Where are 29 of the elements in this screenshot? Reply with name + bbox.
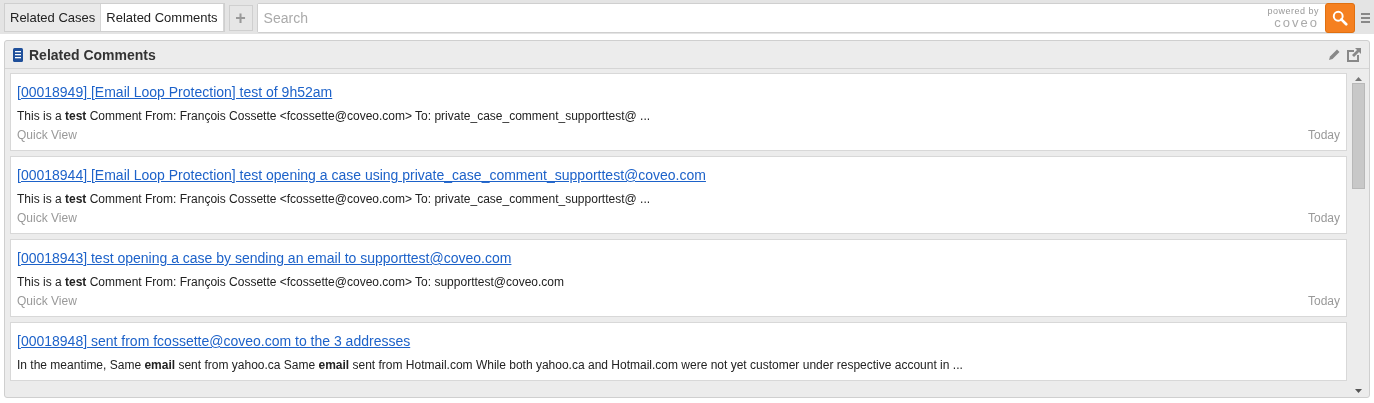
result-excerpt: In the meantime, Same email sent from yahoo.ca Same email sent from Hotmail.com While both yahoo.ca and Hotmail.com were not yet customer under respective account in ... — [17, 358, 964, 372]
tab[interactable]: Related Comments — [101, 4, 224, 31]
result-excerpt: This is a test Comment From: François Cossette <fcossette@coveo.com> To: private_case_comment_supporttest@ ... — [17, 109, 652, 123]
document-icon — [13, 47, 23, 62]
scroll-down-icon[interactable] — [1355, 389, 1362, 393]
result-excerpt: This is a test Comment From: François Cossette <fcossette@coveo.com> To: supporttest@coveo.com — [17, 275, 566, 289]
search-icon — [1332, 8, 1348, 27]
quick-view-link[interactable]: Quick View — [17, 211, 77, 225]
result-date: Today — [1307, 294, 1340, 308]
quick-view-link[interactable]: Quick View — [17, 128, 77, 142]
search-button[interactable] — [1325, 2, 1355, 33]
brand-label: coveo — [1274, 15, 1319, 29]
tab[interactable]: Related Cases — [5, 4, 102, 31]
result-excerpt: This is a test Comment From: François Cossette <fcossette@coveo.com> To: private_case_comment_supporttest@ ... — [17, 192, 652, 206]
powered-by-label: powered by — [1267, 6, 1319, 16]
result-title-link[interactable]: [00018944] [Email Loop Protection] test opening a case using private_case_comment_supporttest@coveo.com — [17, 167, 706, 183]
menu-icon[interactable] — [1361, 12, 1370, 23]
result-title-link[interactable]: [00018949] [Email Loop Protection] test of 9h52am — [17, 84, 333, 100]
result-date: Today — [1307, 211, 1340, 225]
scrollbar-thumb[interactable] — [1352, 83, 1365, 189]
external-link-icon[interactable] — [1347, 47, 1361, 62]
result-date: Today — [1307, 128, 1340, 142]
result-title-link[interactable]: [00018943] test opening a case by sending an email to supporttest@coveo.com — [17, 250, 512, 266]
result-title-link[interactable]: [00018948] sent from fcossette@coveo.com to the 3 addresses — [17, 333, 411, 349]
search-box[interactable]: Search powered by coveo — [256, 2, 1355, 33]
quick-view-link[interactable]: Quick View — [17, 294, 77, 308]
panel-title: Related Comments — [29, 46, 157, 63]
scroll-up-icon[interactable] — [1355, 77, 1362, 81]
pencil-icon[interactable] — [1328, 48, 1341, 61]
